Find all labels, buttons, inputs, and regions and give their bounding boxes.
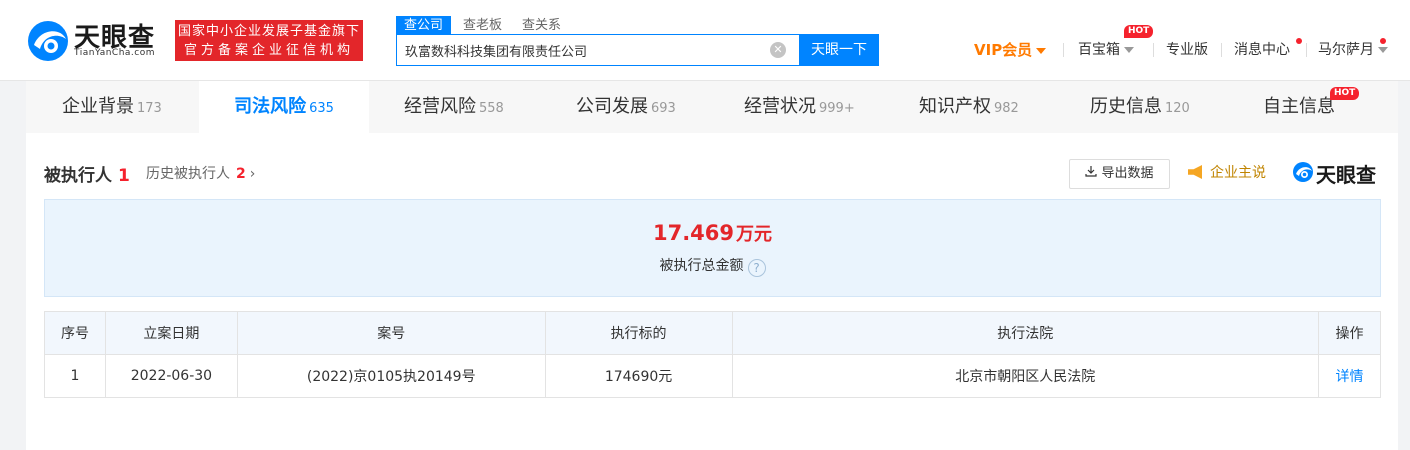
chevron-down-icon xyxy=(1124,47,1134,53)
tab-judicial-risk[interactable]: 司法风险 635 xyxy=(199,81,369,133)
total-amount-summary: 17.469 万元 被执行总金额? xyxy=(44,199,1381,297)
tab-history-info[interactable]: 历史信息 120 xyxy=(1090,81,1190,133)
history-count: 2 xyxy=(236,166,246,182)
tab-label: 公司发展 xyxy=(576,96,648,117)
download-icon xyxy=(1085,160,1098,188)
vip-menu[interactable]: VIP会员 xyxy=(974,38,1047,62)
amount-value: 17.469 xyxy=(652,221,735,245)
tab-label: 经营状况 xyxy=(744,96,816,117)
cell-index: 1 xyxy=(44,354,106,398)
search-input[interactable] xyxy=(405,35,765,65)
baibaoxiang-menu[interactable]: 百宝箱 xyxy=(1078,38,1134,62)
tab-business-status[interactable]: 经营状况 999+ xyxy=(744,81,855,133)
tab-intellectual-property[interactable]: 知识产权 982 xyxy=(919,81,1019,133)
tab-count: 173 xyxy=(137,101,162,116)
search-tab-relation[interactable]: 查关系 xyxy=(514,16,569,36)
tab-company-background[interactable]: 企业背景 173 xyxy=(62,81,162,133)
search-tab-boss[interactable]: 查老板 xyxy=(455,16,510,36)
cell-filing-date: 2022-06-30 xyxy=(104,354,238,398)
logo-eye-icon xyxy=(1293,162,1313,182)
search-button[interactable]: 天眼一下 xyxy=(799,34,879,66)
tab-label: 自主信息 xyxy=(1263,96,1335,117)
chevron-right-icon: › xyxy=(249,166,256,182)
col-header-amount: 执行标的 xyxy=(544,311,733,355)
tab-count: 635 xyxy=(309,101,334,116)
details-link[interactable]: 详情 xyxy=(1336,369,1364,385)
hot-badge: HOT xyxy=(1330,87,1360,100)
pro-version-link[interactable]: 专业版 xyxy=(1166,38,1208,62)
tab-label: 企业背景 xyxy=(62,96,134,117)
brand-text: 天眼查 xyxy=(1316,163,1376,187)
tab-count: 558 xyxy=(479,101,504,116)
tab-label: 司法风险 xyxy=(234,96,307,117)
amount-label: 被执行总金额 xyxy=(659,258,744,274)
chevron-down-icon xyxy=(1036,47,1047,54)
search-box: ✕ xyxy=(396,34,800,66)
chevron-down-icon xyxy=(1378,47,1388,53)
promo-label: 企业主说 xyxy=(1210,165,1266,181)
divider xyxy=(1306,43,1307,57)
col-header-action: 操作 xyxy=(1318,311,1381,355)
logo-eye-icon xyxy=(28,21,68,61)
user-menu[interactable]: 马尔萨月 xyxy=(1318,38,1388,62)
help-icon[interactable]: ? xyxy=(747,259,766,277)
export-label: 导出数据 xyxy=(1101,166,1154,181)
section-count: 1 xyxy=(118,166,130,186)
logo-domain: TianYanCha.com xyxy=(74,48,156,58)
divider xyxy=(1153,43,1154,57)
total-amount: 17.469 万元 xyxy=(45,220,1380,246)
user-name: 马尔萨月 xyxy=(1318,42,1374,58)
tab-label: 历史信息 xyxy=(1090,96,1162,117)
baibaoxiang-label: 百宝箱 xyxy=(1078,42,1120,58)
message-center-link[interactable]: 消息中心 xyxy=(1234,38,1290,62)
amount-unit: 万元 xyxy=(736,224,773,245)
section-title: 被执行人 1 xyxy=(44,161,130,186)
cell-amount: 174690元 xyxy=(544,354,733,398)
top-header: 天眼查 TianYanCha.com 国家中小企业发展子基金旗下 官方备案企业征… xyxy=(0,0,1410,81)
fund-line-1: 国家中小企业发展子基金旗下 xyxy=(177,24,360,39)
col-header-case-number: 案号 xyxy=(236,311,546,355)
history-label: 历史被执行人 xyxy=(146,166,230,182)
tab-count: 999+ xyxy=(819,101,855,116)
tab-company-development[interactable]: 公司发展 693 xyxy=(576,81,676,133)
tab-self-info[interactable]: 自主信息 xyxy=(1263,81,1335,133)
amount-caption: 被执行总金额? xyxy=(45,255,1380,277)
fund-banner: 国家中小企业发展子基金旗下 官方备案企业征信机构 xyxy=(175,20,363,61)
enterprise-says-link[interactable]: 企业主说 xyxy=(1188,163,1266,183)
col-header-index: 序号 xyxy=(44,311,106,355)
fund-line-2: 官方备案企业征信机构 xyxy=(183,43,354,58)
cell-case-number: (2022)京0105执20149号 xyxy=(236,354,546,398)
search-tab-company[interactable]: 查公司 xyxy=(396,16,452,36)
executed-person-table: 序号 立案日期 案号 执行标的 执行法院 操作 1 2022-06-30 (20… xyxy=(44,311,1381,398)
vip-label: VIP会员 xyxy=(974,41,1033,59)
speaker-icon xyxy=(1188,165,1202,179)
cell-court: 北京市朝阳区人民法院 xyxy=(731,354,1319,398)
history-executed-link[interactable]: 历史被执行人 2 › xyxy=(146,163,255,183)
tab-operation-risk[interactable]: 经营风险 558 xyxy=(404,81,504,133)
clear-icon[interactable]: ✕ xyxy=(770,42,786,58)
tab-count: 120 xyxy=(1165,101,1190,116)
tab-label: 知识产权 xyxy=(919,96,991,117)
section-title-text: 被执行人 xyxy=(44,166,112,186)
category-tabs: 企业背景 173 司法风险 635 经营风险 558 公司发展 693 经营状况 999+… xyxy=(26,81,1398,133)
tab-label: 经营风险 xyxy=(404,96,476,117)
col-header-court: 执行法院 xyxy=(731,311,1319,355)
col-header-filing-date: 立案日期 xyxy=(104,311,238,355)
tab-count: 693 xyxy=(651,101,676,116)
divider xyxy=(1221,43,1222,57)
table-header-row: 序号 立案日期 案号 执行标的 执行法院 操作 xyxy=(44,311,1381,355)
notification-dot xyxy=(1296,38,1302,44)
divider xyxy=(1063,43,1064,57)
notification-dot xyxy=(1380,38,1386,44)
search-type-tabs: 查公司 查老板 查关系 xyxy=(396,14,573,36)
hot-badge: HOT xyxy=(1124,25,1154,38)
table-row: 1 2022-06-30 (2022)京0105执20149号 174690元 … xyxy=(44,354,1381,398)
tab-count: 982 xyxy=(994,101,1019,116)
export-data-button[interactable]: 导出数据 xyxy=(1069,159,1170,189)
tianyancha-logo[interactable]: 天眼查 TianYanCha.com xyxy=(26,17,166,63)
content-panel: 被执行人 1 历史被执行人 2 › 导出数据 企业主说 天眼查 17.469 万元 被执… xyxy=(26,133,1398,450)
cell-action: 详情 xyxy=(1318,354,1381,398)
